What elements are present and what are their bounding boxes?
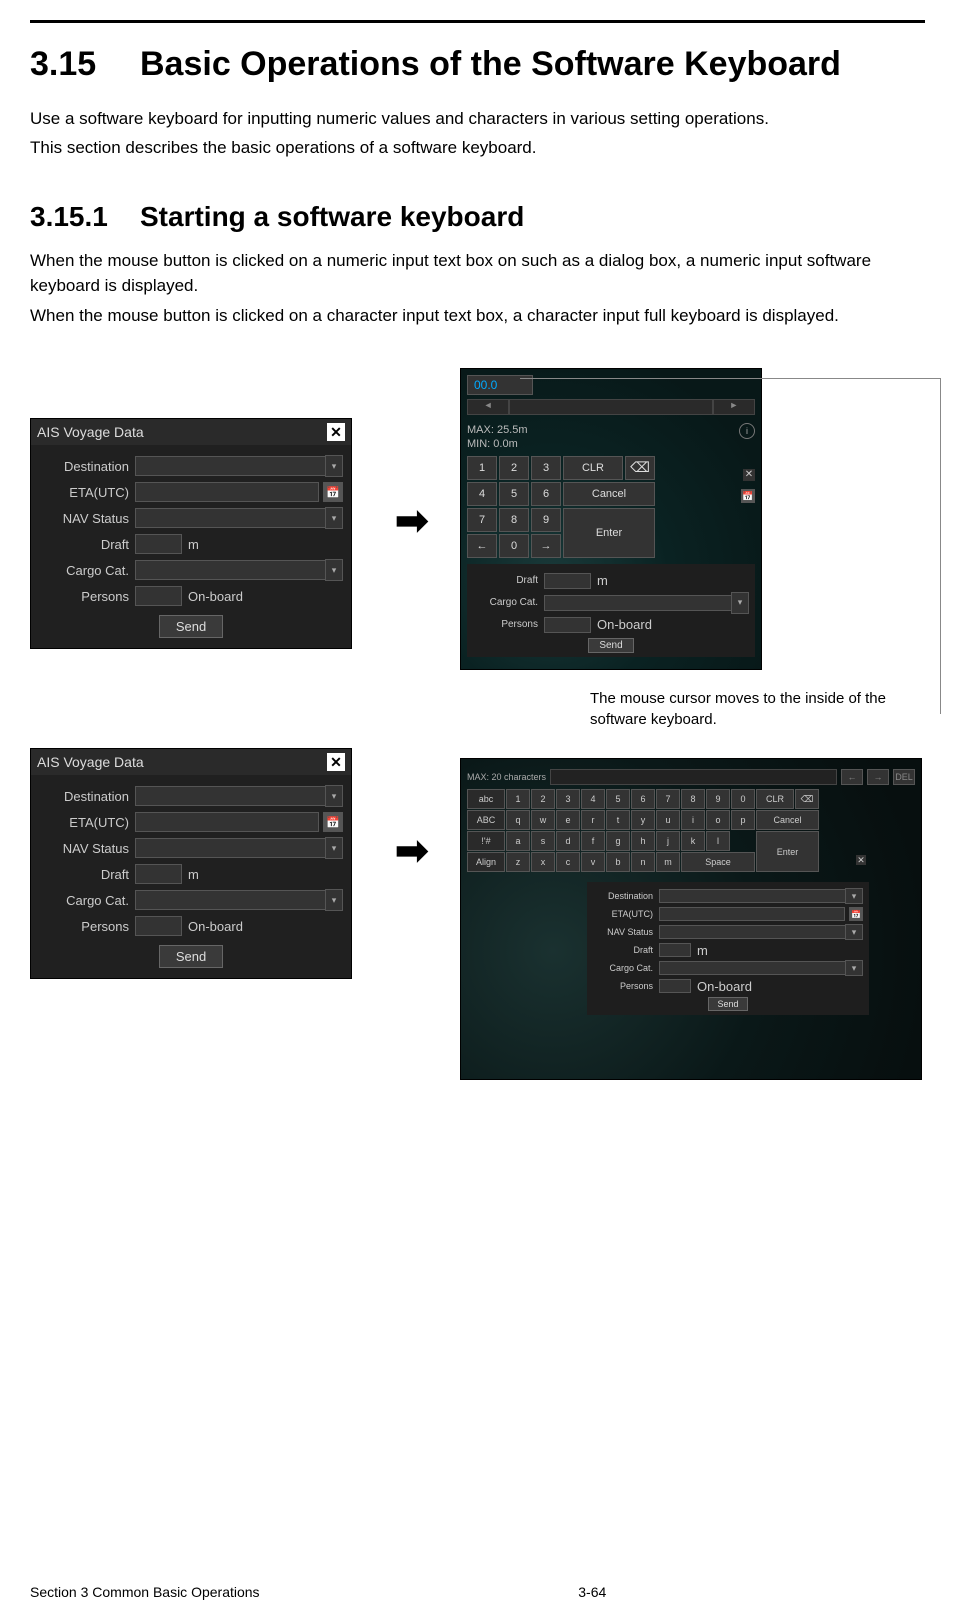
- persons-input[interactable]: [135, 586, 182, 606]
- ais-dialog-1: AIS Voyage Data ✕ Destination ▾ ETA(UTC)…: [30, 418, 352, 649]
- eta-label: ETA(UTC): [39, 485, 135, 500]
- key-7[interactable]: 7: [467, 508, 497, 532]
- close-icon-2[interactable]: ✕: [327, 753, 345, 771]
- section-title-text: Basic Operations of the Software Keyboar…: [140, 43, 915, 86]
- eta-input[interactable]: [135, 482, 319, 502]
- character-keypad: abc 1 2 3 4 5 6 7 8 9 0 CLR ⌫ ABC q w e: [467, 789, 915, 872]
- send-button-2[interactable]: Send: [159, 945, 223, 968]
- draft-input[interactable]: [135, 534, 182, 554]
- key-left[interactable]: ←: [467, 534, 497, 558]
- nav-label: NAV Status: [39, 511, 135, 526]
- destination-label: Destination: [39, 459, 135, 474]
- mode-align[interactable]: Align: [467, 852, 505, 872]
- destination-input[interactable]: [135, 456, 326, 476]
- annotation-text: The mouse cursor moves to the inside of …: [590, 688, 910, 730]
- nav-right-button[interactable]: →: [867, 769, 889, 785]
- footer-left: Section 3 Common Basic Operations: [30, 1584, 260, 1600]
- section-heading: 3.15Basic Operations of the Software Key…: [30, 43, 925, 86]
- mini-close-icon-2[interactable]: ✕: [856, 855, 866, 865]
- send-button-mini-2[interactable]: Send: [708, 997, 747, 1011]
- max-chars-label: MAX: 20 characters: [467, 772, 546, 782]
- key-4[interactable]: 4: [467, 482, 497, 506]
- intro-p1: Use a software keyboard for inputting nu…: [30, 106, 925, 132]
- mode-abc[interactable]: abc: [467, 789, 505, 809]
- nav-left-button[interactable]: ←: [841, 769, 863, 785]
- char-display[interactable]: [550, 769, 837, 785]
- arrow-right-icon-2: ➡: [395, 828, 429, 874]
- persons-label: Persons: [39, 589, 135, 604]
- destination-input-2[interactable]: [135, 786, 326, 806]
- dialog-title-2: AIS Voyage Data: [37, 754, 144, 770]
- key-1[interactable]: 1: [467, 456, 497, 480]
- close-icon[interactable]: ✕: [327, 423, 345, 441]
- char-space[interactable]: Space: [681, 852, 755, 872]
- subsection-number: 3.15.1: [30, 201, 140, 233]
- mode-symbols[interactable]: !'#: [467, 831, 505, 851]
- cargo-dropdown-icon[interactable]: ▾: [325, 559, 343, 581]
- subsection-heading: 3.15.1Starting a software keyboard: [30, 201, 925, 233]
- sub-p1: When the mouse button is clicked on a nu…: [30, 248, 925, 299]
- calendar-icon-2[interactable]: 📅: [323, 812, 343, 832]
- sub-p2: When the mouse button is clicked on a ch…: [30, 303, 925, 329]
- subsection-title-text: Starting a software keyboard: [140, 201, 524, 232]
- char-bksp[interactable]: ⌫: [795, 789, 819, 809]
- nav-del-button[interactable]: DEL: [893, 769, 915, 785]
- nav-dropdown-icon[interactable]: ▾: [325, 507, 343, 529]
- dialog-title: AIS Voyage Data: [37, 424, 144, 440]
- cargo-select[interactable]: [135, 560, 326, 580]
- char-enter[interactable]: Enter: [756, 831, 819, 872]
- cargo-label: Cargo Cat.: [39, 563, 135, 578]
- character-keyboard-panel: MAX: 20 characters ← → DEL abc 1 2 3 4 5…: [460, 758, 922, 1080]
- intro-p2: This section describes the basic operati…: [30, 135, 925, 161]
- send-button[interactable]: Send: [159, 615, 223, 638]
- mode-abc-upper[interactable]: ABC: [467, 810, 505, 830]
- footer-page-number: 3-64: [578, 1584, 606, 1600]
- persons-suffix: On-board: [188, 589, 243, 604]
- destination-dropdown-icon[interactable]: ▾: [325, 455, 343, 477]
- section-number: 3.15: [30, 43, 140, 86]
- draft-label: Draft: [39, 537, 135, 552]
- nav-select[interactable]: [135, 508, 326, 528]
- ais-dialog-2: AIS Voyage Data ✕ Destination ▾ ETA(UTC)…: [30, 748, 352, 979]
- char-clr[interactable]: CLR: [756, 789, 794, 809]
- char-cancel[interactable]: Cancel: [756, 810, 819, 830]
- cursor-left-button[interactable]: ◄: [467, 399, 509, 415]
- char-panel-form: Destination▾ ETA(UTC)📅 NAV Status▾ Draft…: [587, 882, 869, 1015]
- arrow-right-icon: ➡: [395, 498, 429, 544]
- calendar-icon[interactable]: 📅: [323, 482, 343, 502]
- draft-unit: m: [188, 537, 199, 552]
